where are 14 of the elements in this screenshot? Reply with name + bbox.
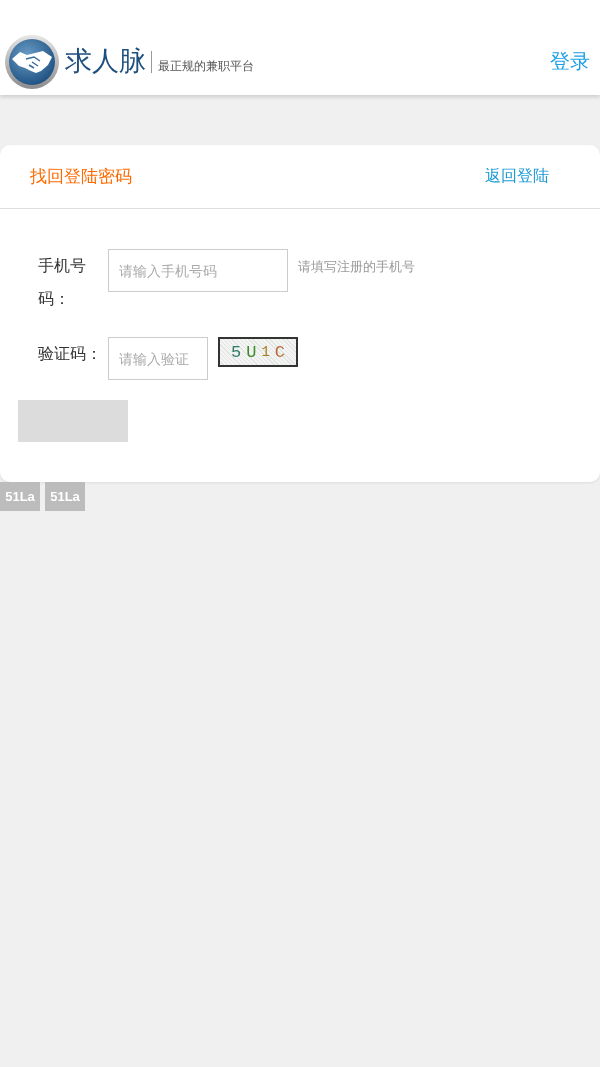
empty-button[interactable] [18,400,128,442]
field-label: 手机号码： [38,256,87,309]
brand-name: 求人脉 [65,48,146,75]
field-hint: 请填写注册的手机号 [298,258,415,276]
back-to-login-link[interactable]: 返回登陆 [485,166,549,187]
handshake-icon [5,34,59,89]
stats-badge[interactable]: 51La [45,482,85,511]
field-label: 验证码： [38,344,103,364]
login-link[interactable]: 登录 [550,48,590,75]
captcha-input[interactable]: 请输入验证 [108,337,208,380]
phone-input[interactable]: 请输入手机号码 [108,249,288,292]
stats-badge[interactable]: 51La [0,482,40,511]
brand-tagline: 最正规的兼职平台 [158,58,254,75]
card-title: 找回登陆密码 [30,166,132,188]
